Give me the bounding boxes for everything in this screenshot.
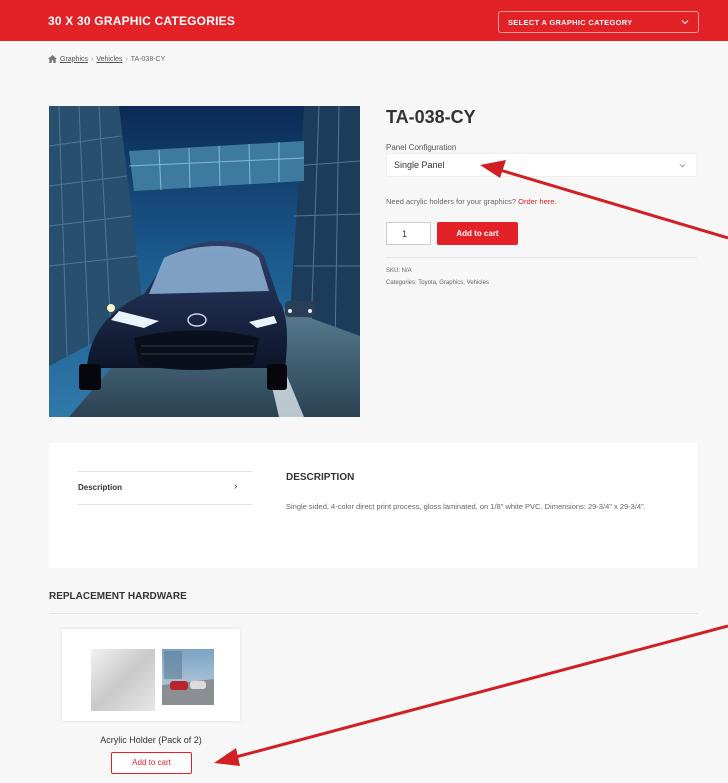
breadcrumb-graphics-link[interactable]: Graphics: [60, 56, 88, 63]
breadcrumb-current: TA-038-CY: [130, 55, 166, 63]
add-to-cart-button[interactable]: Add to cart: [437, 222, 518, 245]
replacement-hardware-heading: REPLACEMENT HARDWARE: [49, 591, 187, 602]
divider: [386, 257, 697, 258]
divider: [78, 504, 252, 505]
breadcrumb-vehicles-link[interactable]: Vehicles: [96, 56, 122, 63]
top-bar: 30 X 30 GRAPHIC CATEGORIES SELECT A GRAP…: [0, 0, 728, 41]
categories-links[interactable]: Toyota, Graphics, Vehicles: [418, 280, 489, 286]
breadcrumb: Graphics › Vehicles › TA-038-CY: [48, 55, 165, 63]
page-header-title: 30 X 30 GRAPHIC CATEGORIES: [48, 14, 236, 28]
description-heading: DESCRIPTION: [286, 472, 355, 483]
categories-label: Categories:: [386, 280, 417, 286]
graphic-category-select[interactable]: SELECT A GRAPHIC CATEGORY: [498, 11, 699, 33]
breadcrumb-separator: ›: [91, 55, 94, 63]
order-here-link[interactable]: Order here.: [518, 197, 556, 206]
categories-text: Categories: Toyota, Graphics, Vehicles: [386, 280, 489, 286]
acrylic-holder-product-card[interactable]: [62, 629, 240, 721]
chevron-down-icon: [681, 20, 689, 25]
chevron-right-icon: ›: [234, 481, 238, 492]
home-icon[interactable]: [48, 55, 57, 63]
acrylic-holder-title[interactable]: Acrylic Holder (Pack of 2): [62, 735, 240, 745]
acrylic-holders-note: Need acrylic holders for your graphics? …: [386, 197, 557, 206]
quantity-value: 1: [402, 229, 408, 239]
divider: [78, 471, 252, 472]
tab-description[interactable]: Description: [78, 483, 122, 492]
sku-text: SKU: N/A: [386, 268, 412, 274]
description-panel: Description › DESCRIPTION Single sided, …: [49, 443, 698, 568]
chevron-down-icon: [679, 163, 686, 168]
category-select-label: SELECT A GRAPHIC CATEGORY: [508, 18, 633, 27]
product-image[interactable]: [49, 106, 360, 417]
product-title: TA-038-CY: [386, 107, 476, 127]
breadcrumb-separator: ›: [125, 55, 128, 63]
acrylic-holder-image: [91, 649, 214, 711]
panel-configuration-select[interactable]: Single Panel: [386, 153, 697, 177]
acrylic-holder-add-to-cart-button[interactable]: Add to cart: [111, 752, 192, 774]
divider: [49, 613, 698, 614]
panel-configuration-label: Panel Configuration: [386, 143, 457, 152]
quantity-input[interactable]: 1: [386, 222, 431, 245]
car-photo: [49, 106, 360, 417]
description-text: Single sided, 4-color direct print proce…: [286, 502, 646, 511]
annotation-arrow: [214, 624, 728, 766]
panel-configuration-value: Single Panel: [394, 160, 445, 170]
acrylic-holders-text: Need acrylic holders for your graphics?: [386, 197, 517, 206]
